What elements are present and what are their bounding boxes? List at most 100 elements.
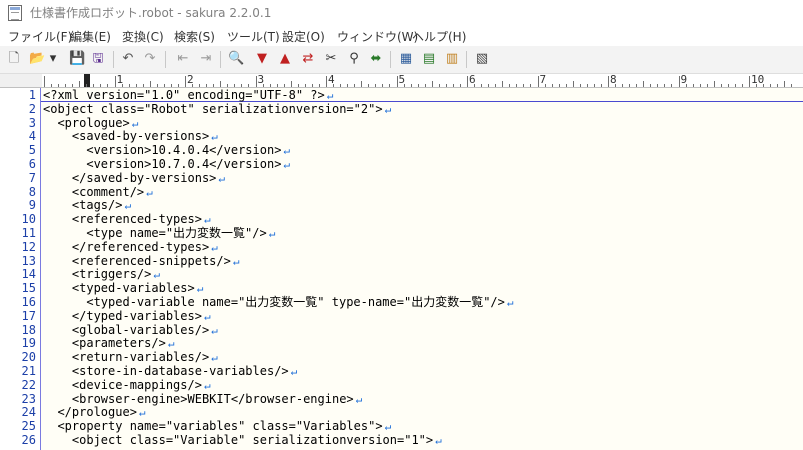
code-text: <device-mappings/>	[43, 377, 202, 392]
ruler-tick	[664, 84, 666, 87]
code-text: </saved-by-versions>	[43, 170, 217, 185]
column-ruler[interactable]: 1 2 3 4 5 6 7 8 9 10	[42, 74, 803, 88]
ruler-tick	[114, 76, 116, 87]
line-number: 22	[21, 377, 36, 392]
toolbar-separator	[390, 51, 391, 68]
code-text: <comment/>	[43, 184, 145, 199]
ruler-tick	[170, 84, 172, 87]
menu-search[interactable]: 検索(S)	[174, 28, 215, 45]
ruler-tick	[234, 84, 236, 87]
ruler-corner	[0, 74, 42, 88]
ruler-tick	[206, 84, 208, 87]
open-dropdown-icon[interactable]: ▾	[48, 51, 58, 67]
line-end-mark-icon: ↵	[290, 365, 298, 378]
jump-forward-icon[interactable]: ⇥	[198, 51, 214, 67]
ruler-tick	[452, 84, 454, 87]
open-file-icon[interactable]: 📂	[29, 51, 45, 67]
ruler-tick	[467, 76, 468, 87]
ruler-tick	[340, 84, 342, 87]
menu-window[interactable]: ウィンドウ(W)	[337, 28, 418, 45]
ruler-tick	[185, 76, 186, 87]
code-line: </prologue> ↵	[43, 405, 145, 420]
menu-edit[interactable]: 編集(E)	[70, 28, 111, 45]
ruler-tick	[586, 84, 588, 87]
tag-jump-icon[interactable]: ⬌	[368, 51, 384, 67]
line-number: 2	[28, 101, 36, 116]
ruler-tick	[713, 81, 715, 87]
ruler-tick	[227, 84, 229, 87]
ruler-tick	[643, 81, 645, 87]
ruler-tick	[220, 81, 222, 87]
ruler-tick	[156, 84, 158, 87]
jump-back-icon[interactable]: ⇤	[175, 51, 191, 67]
menu-convert[interactable]: 変換(C)	[122, 28, 164, 45]
line-number: 16	[21, 295, 36, 309]
ruler-tick	[255, 76, 257, 87]
code-line: <saved-by-versions> ↵	[43, 129, 218, 144]
code-text: <object class="Robot" serializationversi…	[43, 101, 383, 116]
menu-tools[interactable]: ツール(T)	[227, 28, 280, 45]
text-editor[interactable]: <?xml version="1.0" encoding="UTF-8" ?> ↵…	[41, 88, 803, 450]
menu-file[interactable]: ファイル(F)	[8, 28, 72, 45]
line-end-mark-icon: ↵	[203, 213, 211, 227]
line-number: 4	[28, 129, 36, 144]
ruler-number: 9	[680, 73, 688, 86]
code-line: </typed-variables> ↵	[43, 309, 211, 324]
code-line: <store-in-database-variables/> ↵	[43, 364, 298, 379]
ruler-tick	[438, 84, 440, 87]
ruler-tick	[269, 84, 271, 87]
ruler-tick	[558, 84, 560, 87]
ruler-tick	[58, 84, 60, 87]
ruler-tick	[671, 84, 673, 87]
ruler-tick	[459, 84, 461, 87]
settings-icon[interactable]: ▧	[474, 51, 490, 67]
save-icon[interactable]: 💾	[69, 51, 85, 67]
line-number: 6	[28, 157, 36, 171]
undo-icon[interactable]: ↶	[120, 51, 136, 67]
redo-icon[interactable]: ↷	[142, 51, 158, 67]
code-text: <version>10.7.0.4</version>	[43, 157, 282, 171]
ruler-tick	[650, 84, 652, 87]
ruler-tick	[424, 84, 426, 87]
line-number: 18	[21, 322, 36, 337]
code-text: <saved-by-versions>	[43, 129, 210, 144]
search-next-icon[interactable]: ▼	[254, 51, 270, 67]
search-icon[interactable]: 🔍	[228, 51, 244, 67]
ruler-tick	[93, 84, 95, 87]
line-number: 24	[21, 405, 36, 420]
menu-help[interactable]: ヘルプ(H)	[412, 28, 466, 45]
ruler-tick	[51, 84, 53, 87]
ruler-tick	[629, 84, 631, 87]
ruler-tick	[107, 84, 109, 87]
compare-icon[interactable]: ▦	[398, 51, 414, 67]
replace-icon[interactable]: ⇄	[300, 51, 316, 67]
line-number: 26	[21, 433, 36, 447]
ruler-tick	[770, 84, 772, 87]
ruler-tick	[241, 84, 243, 87]
ruler-tick	[749, 76, 750, 87]
ruler-tick	[135, 84, 137, 87]
code-text: <referenced-types>	[43, 212, 202, 227]
line-number-gutter[interactable]: 1 2 3 4 5 6 7 8 9 10 11 12 13 14 15 16 17 18 19 20 21 22 23 24 2…	[0, 88, 41, 450]
menu-settings[interactable]: 設定(O)	[282, 28, 325, 45]
grep-icon[interactable]: ⚲	[346, 51, 362, 67]
outline-icon[interactable]: ▤	[421, 51, 437, 67]
line-number: 14	[21, 267, 36, 282]
ruler-tick	[495, 84, 497, 87]
ruler-tick	[516, 84, 518, 87]
line-end-mark-icon: ↵	[124, 199, 132, 213]
line-number: 23	[21, 391, 36, 406]
ruler-tick	[784, 81, 786, 87]
ruler-tick	[361, 81, 363, 87]
save-all-icon[interactable]: 🖫	[90, 51, 106, 67]
macro-icon[interactable]: ▥	[444, 51, 460, 67]
line-end-mark-icon: ↵	[218, 171, 226, 185]
new-file-icon[interactable]: 🗋	[6, 51, 22, 67]
search-prev-icon[interactable]: ▲	[277, 51, 293, 67]
line-number: 20	[21, 350, 36, 365]
line-end-mark-icon: ↵	[326, 89, 334, 102]
code-text: </prologue>	[43, 405, 137, 420]
ruler-tick	[523, 84, 525, 87]
bookmark-icon[interactable]: ✂	[323, 51, 339, 67]
ruler-tick	[311, 84, 313, 87]
